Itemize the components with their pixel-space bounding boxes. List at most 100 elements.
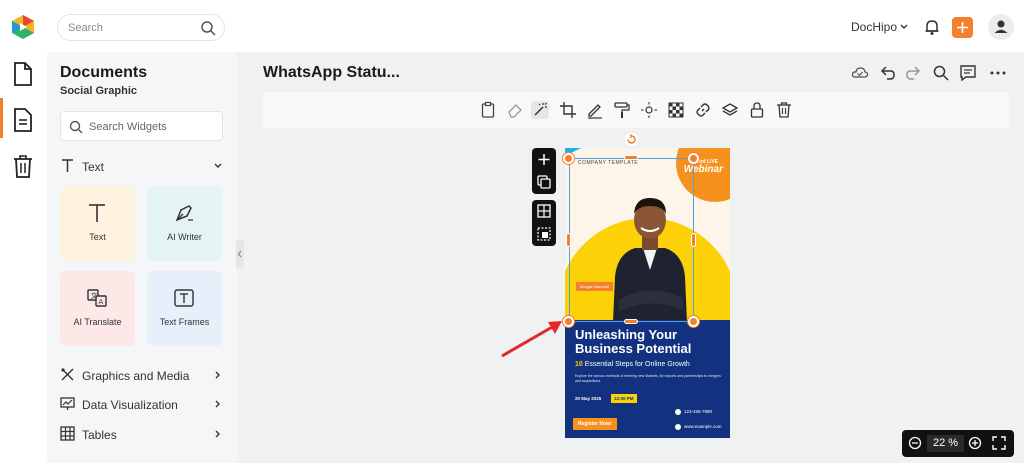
section-label: Graphics and Media: [82, 369, 190, 383]
comment-icon[interactable]: [959, 64, 977, 82]
translate-icon: 文 A: [87, 289, 107, 307]
pencil-icon[interactable]: [586, 101, 604, 119]
design-subheadline: 10 Essential Steps for Online Growth: [575, 361, 690, 368]
resize-handle-top-right[interactable]: [688, 153, 699, 164]
eraser-icon[interactable]: [506, 101, 524, 119]
user-icon: [994, 20, 1008, 33]
link-icon[interactable]: [694, 101, 712, 119]
chevron-right-icon: [215, 371, 220, 379]
file-icon: [14, 62, 32, 86]
transparency-icon[interactable]: [667, 101, 685, 119]
fullscreen-icon[interactable]: [992, 436, 1006, 450]
rotate-handle[interactable]: [625, 133, 638, 146]
resize-handle-top-left[interactable]: [563, 153, 574, 164]
chevron-left-icon: [237, 250, 242, 258]
card-label: AI Writer: [167, 232, 202, 242]
zoom-value-field[interactable]: 22 %: [927, 435, 964, 452]
section-graphics-media[interactable]: Graphics and Media: [60, 366, 223, 386]
text-icon: [62, 159, 73, 172]
text-icon: [89, 204, 105, 222]
clipboard-icon[interactable]: [479, 101, 497, 119]
annotation-arrow-icon: [501, 321, 562, 358]
design-bottom-section: Unleashing Your Business Potential 10 Es…: [565, 320, 730, 438]
resize-handle-bottom[interactable]: [624, 319, 638, 324]
dochipo-logo[interactable]: [10, 14, 36, 40]
widget-search-input[interactable]: Search Widgets: [60, 111, 223, 141]
add-icon[interactable]: [532, 148, 556, 171]
panel-collapse-handle[interactable]: [236, 240, 244, 268]
bell-icon[interactable]: [924, 18, 940, 36]
design-time: 12:00 PM: [611, 394, 637, 403]
design-phone: 123-456-7890: [684, 409, 713, 414]
duplicate-icon[interactable]: [532, 171, 556, 194]
rail-item-trash[interactable]: [0, 144, 47, 188]
paint-roller-icon[interactable]: [613, 101, 631, 119]
section-text[interactable]: Text: [60, 157, 223, 177]
search-placeholder: Search: [68, 22, 103, 34]
card-label: AI Translate: [73, 317, 122, 327]
group-select-icon[interactable]: [532, 223, 556, 246]
resize-handle-top[interactable]: [624, 155, 638, 160]
trash-icon[interactable]: [775, 101, 793, 119]
search-icon[interactable]: [932, 64, 950, 82]
zoom-control: 22 %: [902, 430, 1014, 457]
globe-icon: [675, 424, 681, 430]
graphics-icon: [61, 368, 74, 381]
rotate-icon: [627, 133, 636, 144]
card-ai-writer[interactable]: AI Writer: [147, 186, 222, 261]
selection-box[interactable]: [569, 158, 694, 322]
zoom-unit: %: [948, 437, 959, 449]
section-label: Data Visualization: [82, 398, 178, 412]
rail-item-documents[interactable]: [0, 98, 47, 142]
section-data-visualization[interactable]: Data Visualization: [60, 395, 223, 415]
crop-icon[interactable]: [559, 101, 577, 119]
redo-icon[interactable]: [905, 64, 923, 82]
brightness-icon[interactable]: [640, 101, 658, 119]
phone-icon: [675, 409, 681, 415]
element-toolbar: [263, 92, 1009, 128]
widgets-panel: Documents Social Graphic Search Widgets …: [47, 52, 237, 463]
card-text[interactable]: Text: [60, 186, 135, 261]
chevron-down-icon: [214, 163, 222, 168]
section-label: Text: [82, 160, 105, 174]
pen-nib-icon: [175, 205, 193, 222]
cloud-save-icon[interactable]: [851, 64, 869, 82]
plus-icon: [957, 22, 968, 33]
section-tables[interactable]: Tables: [60, 425, 223, 445]
layers-icon[interactable]: [721, 101, 739, 119]
avatar[interactable]: [988, 14, 1014, 40]
design-sub-text: Essential Steps for Online Growth: [584, 361, 690, 368]
design-register-button: Register Now!: [573, 418, 617, 430]
document-title[interactable]: WhatsApp Statu...: [263, 64, 400, 82]
global-search[interactable]: Search: [57, 14, 225, 41]
lock-icon[interactable]: [748, 101, 766, 119]
design-website: www.example.com: [684, 424, 722, 429]
grid-icon[interactable]: [532, 200, 556, 223]
design-body-text: Explore the various methods of entering …: [575, 374, 721, 383]
card-ai-translate[interactable]: 文 A AI Translate: [60, 271, 135, 346]
resize-handle-right[interactable]: [691, 233, 696, 247]
top-bar: Search DocHipo: [0, 0, 1024, 52]
account-name[interactable]: DocHipo: [851, 20, 897, 34]
zoom-value: 22: [932, 437, 946, 449]
left-rail: [0, 52, 47, 463]
more-options-icon[interactable]: [989, 64, 1007, 82]
undo-icon[interactable]: [878, 64, 896, 82]
create-new-button[interactable]: [952, 17, 973, 38]
chevron-down-icon[interactable]: [899, 22, 909, 32]
card-text-frames[interactable]: Text Frames: [147, 271, 222, 346]
magic-wand-icon[interactable]: [531, 101, 549, 119]
design-date: 20 May 2025: [575, 396, 602, 401]
resize-handle-bottom-right[interactable]: [688, 316, 699, 327]
zoom-in-icon[interactable]: [968, 436, 982, 450]
zoom-out-icon[interactable]: [908, 436, 922, 450]
rail-item-new-document[interactable]: [0, 52, 47, 96]
panel-subtitle: Social Graphic: [60, 85, 138, 97]
chevron-right-icon: [215, 430, 220, 438]
text-frame-icon: [174, 289, 194, 307]
resize-handle-left[interactable]: [566, 233, 571, 247]
svg-text:A: A: [99, 298, 104, 306]
svg-text:文: 文: [91, 291, 98, 300]
search-icon[interactable]: [200, 20, 216, 36]
design-sub-number: 10: [575, 361, 583, 368]
